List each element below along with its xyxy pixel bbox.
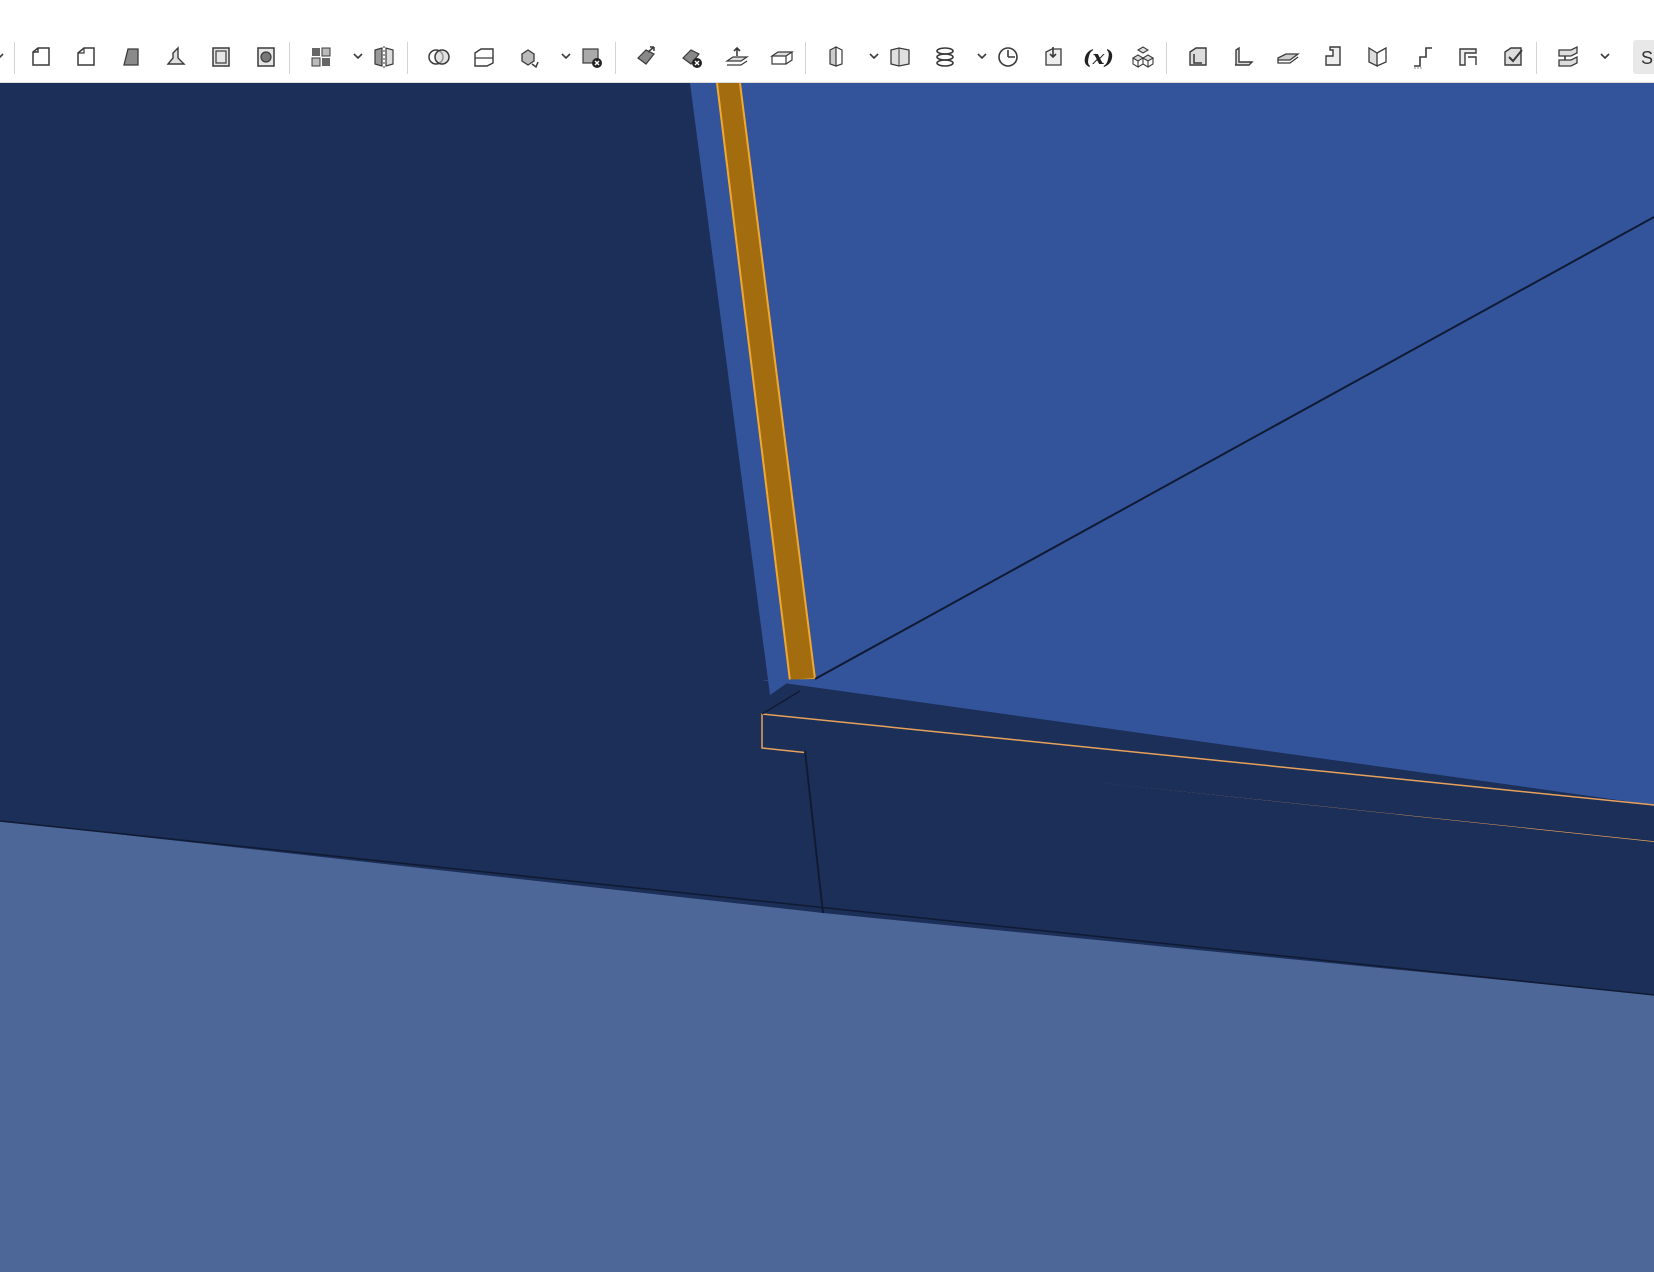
fillet-button[interactable]: [28, 44, 54, 70]
joint-icon: [1325, 46, 1341, 66]
shell-button[interactable]: [208, 44, 234, 70]
derived-button[interactable]: [1130, 44, 1156, 70]
helix-dropdown[interactable]: [975, 48, 989, 64]
mirror-icon: [374, 46, 394, 68]
rib-button[interactable]: [163, 44, 189, 70]
chamfer-icon: [77, 47, 95, 66]
hole-button[interactable]: [253, 44, 279, 70]
move-face-button[interactable]: [634, 44, 660, 70]
move-face-icon: [637, 46, 655, 65]
thicken-icon: [770, 51, 794, 65]
chevron-down-icon: [561, 53, 571, 60]
variable-button[interactable]: (x): [1083, 44, 1114, 70]
toolbar-separator: [805, 42, 806, 74]
derived-icon: [1131, 46, 1155, 68]
variable-icon: (x): [1083, 45, 1114, 69]
mate-connector-button[interactable]: [995, 44, 1021, 70]
chevron-down-icon: [353, 53, 363, 60]
3d-viewport[interactable]: [0, 83, 1654, 1272]
frame-icon: [1558, 45, 1578, 67]
pattern-dropdown[interactable]: [351, 48, 365, 64]
hem-button[interactable]: [1365, 44, 1391, 70]
mate-connector-icon: [998, 47, 1018, 67]
jog-button[interactable]: [1410, 44, 1436, 70]
plane-icon: [890, 47, 910, 67]
offset-surface-button[interactable]: [724, 44, 750, 70]
loft-icon: [829, 46, 843, 67]
feature-toolbar: (x) S: [0, 0, 1654, 83]
toolbar-separator: [407, 42, 408, 74]
fillet-icon: [32, 47, 50, 66]
import-icon: [1045, 47, 1062, 66]
toolbar-separator: [1536, 42, 1537, 74]
tab-button[interactable]: [1275, 44, 1301, 70]
sheet-metal-model-button[interactable]: [1185, 44, 1211, 70]
loft-button[interactable]: [824, 44, 850, 70]
toolbar-separator: [615, 42, 616, 74]
boolean-icon: [428, 49, 450, 65]
delete-face-button[interactable]: [679, 44, 705, 70]
partial-tool-label: S: [1641, 48, 1654, 68]
hem-icon: [1368, 46, 1387, 68]
chamfer-button[interactable]: [73, 44, 99, 70]
flange-icon: [1235, 46, 1254, 66]
pattern-icon: [311, 47, 331, 67]
finish-sheet-metal-icon: [1504, 47, 1523, 66]
flange-button[interactable]: [1230, 44, 1256, 70]
finish-sheet-metal-button[interactable]: [1500, 44, 1526, 70]
jog-icon: [1414, 47, 1432, 69]
tab-icon: [1277, 53, 1300, 64]
chevron-down-icon: [0, 53, 4, 59]
transform-dropdown[interactable]: [559, 48, 573, 64]
delete-body-icon: [582, 48, 602, 68]
corner-icon: [1459, 48, 1477, 66]
rib-icon: [166, 46, 186, 65]
plane-button[interactable]: [887, 44, 913, 70]
delete-body-button[interactable]: [579, 44, 605, 70]
partial-tool-button[interactable]: S: [1633, 40, 1654, 74]
boolean-button[interactable]: [426, 44, 452, 70]
delete-face-icon: [682, 49, 702, 68]
toolbar-overflow-dropdown[interactable]: [0, 48, 6, 64]
transform-button[interactable]: [516, 44, 542, 70]
chevron-down-icon: [1600, 53, 1610, 60]
mirror-button[interactable]: [371, 44, 397, 70]
pattern-button[interactable]: [308, 44, 334, 70]
transform-icon: [521, 49, 539, 69]
draft-icon: [123, 48, 139, 66]
chevron-down-icon: [869, 53, 879, 60]
joint-button[interactable]: [1320, 44, 1346, 70]
shell-icon: [212, 47, 230, 67]
thicken-button[interactable]: [769, 44, 795, 70]
draft-button[interactable]: [118, 44, 144, 70]
split-button[interactable]: [471, 44, 497, 70]
frame-button[interactable]: [1555, 44, 1581, 70]
loft-dropdown[interactable]: [867, 48, 881, 64]
frame-dropdown[interactable]: [1598, 48, 1612, 64]
toolbar-separator: [289, 42, 290, 74]
split-icon: [474, 48, 494, 67]
toolbar-separator: [14, 42, 15, 74]
sheet-metal-model-icon: [1189, 47, 1207, 66]
corner-button[interactable]: [1455, 44, 1481, 70]
hole-icon: [257, 47, 275, 67]
import-button[interactable]: [1040, 44, 1066, 70]
helix-icon: [936, 47, 954, 67]
helix-button[interactable]: [932, 44, 958, 70]
model-canvas[interactable]: [0, 83, 1654, 1272]
toolbar-separator: [1166, 42, 1167, 74]
offset-surface-icon: [725, 46, 749, 66]
chevron-down-icon: [977, 53, 987, 60]
